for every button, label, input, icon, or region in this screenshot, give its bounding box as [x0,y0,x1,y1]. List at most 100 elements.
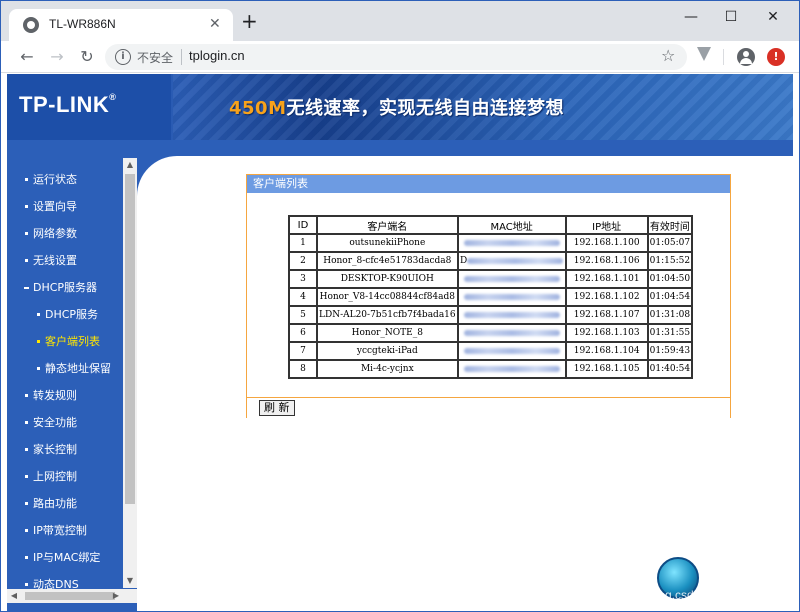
sidebar-item-dhcp-server[interactable]: DHCP服务器 [7,274,123,301]
cell-id: 1 [288,233,318,253]
mac-redacted [463,347,560,354]
new-tab-button[interactable]: + [241,11,258,31]
cell-name: outsunekiiPhone [316,233,459,253]
sidebar-item-parental[interactable]: 家长控制 [7,436,123,463]
sidebar-horizontal-scrollbar[interactable]: ◀ ▶ [7,589,137,603]
column-header-id: ID [288,215,318,235]
table-row: 3 DESKTOP-K90UIOH 192.168.1.101 01:04:50 [288,269,694,289]
table-row: 1 outsunekiiPhone 192.168.1.100 01:05:07 [288,233,694,253]
watermark: https://blog.csdn.net/ycjnx [613,588,752,602]
sidebar-vertical-scrollbar[interactable]: ▲ ▼ [123,158,137,588]
cell-time: 01:04:50 [646,269,694,289]
tab-close-icon[interactable]: ✕ [209,16,221,32]
info-icon[interactable]: i [115,49,131,65]
mac-redacted [463,329,560,336]
cell-id: 5 [288,305,318,325]
scroll-up-icon[interactable]: ▲ [123,158,137,172]
sidebar-item-client-list[interactable]: 客户端列表 [7,328,123,355]
mac-redacted [463,293,560,300]
cell-mac [456,359,567,379]
refresh-button[interactable]: 刷 新 [259,400,295,416]
cell-name: DESKTOP-K90UIOH [316,269,459,289]
cell-ip: 192.168.1.105 [564,359,649,379]
cell-id: 2 [288,251,318,271]
client-table: ID 客户端名 MAC地址 IP地址 有效时间 1 outsunekiiPhone… [288,215,694,379]
forward-button[interactable]: → [45,45,69,69]
sidebar-item-status[interactable]: 运行状态 [7,166,123,193]
browser-window: TL-WR886N ✕ + — ☐ ✕ ← → ↻ i 不安全 tplogin.… [0,0,800,612]
table-row: 8 Mi-4c-ycjnx 192.168.1.105 01:40:54 [288,359,694,379]
sidebar-item-network[interactable]: 网络参数 [7,220,123,247]
cell-mac [456,323,567,343]
minimize-button[interactable]: — [681,7,701,27]
globe-favicon-icon [23,17,39,33]
cell-time: 01:15:52 [646,251,694,271]
banner: TP-LINK® 450M无线速率，实现无线自由连接梦想 [7,74,793,140]
cell-id: 3 [288,269,318,289]
cell-name: Honor_8-cfc4e51783dacda8 [316,251,459,271]
cell-name: Honor_NOTE_8 [316,323,459,343]
sidebar-item-access-control[interactable]: 上网控制 [7,463,123,490]
close-window-button[interactable]: ✕ [763,7,783,27]
maximize-button[interactable]: ☐ [721,7,741,27]
cell-mac: D [456,251,567,271]
back-button[interactable]: ← [15,45,39,69]
cell-id: 4 [288,287,318,307]
mac-redacted [467,257,564,264]
cell-id: 6 [288,323,318,343]
table-row: 2 Honor_8-cfc4e51783dacda8 D 192.168.1.106 0… [288,251,694,271]
sidebar-item-ip-mac-binding[interactable]: IP与MAC绑定 [7,544,123,571]
tplink-logo: TP-LINK® [19,92,117,117]
scroll-left-icon[interactable]: ◀ [7,589,21,603]
cell-ip: 192.168.1.100 [564,233,649,253]
hscroll-thumb[interactable] [25,592,115,600]
cell-name: Honor_V8-14cc08844cf84ad8 [316,287,459,307]
tab-router[interactable]: TL-WR886N ✕ [9,9,233,41]
profile-avatar-icon[interactable] [737,48,755,66]
sidebar-item-dhcp-service[interactable]: DHCP服务 [7,301,123,328]
extension-v-icon[interactable] [697,47,711,61]
cell-name: Mi-4c-ycjnx [316,359,459,379]
table-row: 7 yccgteki-iPad 192.168.1.104 01:59:43 [288,341,694,361]
sidebar-item-wizard[interactable]: 设置向导 [7,193,123,220]
table-row: 6 Honor_NOTE_8 192.168.1.103 01:31:55 [288,323,694,343]
column-header-mac: MAC地址 [456,215,567,235]
cell-ip: 192.168.1.104 [564,341,649,361]
bookmark-star-icon[interactable]: ☆ [661,46,675,65]
menu-update-icon[interactable]: ! [767,48,785,66]
cell-time: 01:31:55 [646,323,694,343]
scroll-thumb[interactable] [125,174,135,504]
mac-prefix: D [460,256,468,266]
tab-bar: TL-WR886N ✕ + — ☐ ✕ [1,1,799,41]
mac-redacted [463,239,560,246]
mac-redacted [463,365,560,372]
column-header-name: 客户端名 [316,215,459,235]
cell-name: yccgteki-iPad [316,341,459,361]
sidebar-item-bandwidth[interactable]: IP带宽控制 [7,517,123,544]
sidebar-menu: 运行状态 设置向导 网络参数 无线设置 DHCP服务器 DHCP服务 客户端列表… [7,166,123,598]
cell-id: 8 [288,359,318,379]
column-header-time: 有效时间 [646,215,694,235]
cell-mac [456,287,567,307]
cell-mac [456,233,567,253]
cell-name: LDN-AL20-7b51cfb7f4bada16 [316,305,459,325]
cell-time: 01:05:07 [646,233,694,253]
sidebar-item-routing[interactable]: 路由功能 [7,490,123,517]
address-bar[interactable]: i 不安全 tplogin.cn ☆ [105,44,687,70]
cell-time: 01:40:54 [646,359,694,379]
cell-ip: 192.168.1.101 [564,269,649,289]
sidebar-item-security[interactable]: 安全功能 [7,409,123,436]
sidebar-item-wireless[interactable]: 无线设置 [7,247,123,274]
cell-mac [456,305,567,325]
sidebar-item-static-address[interactable]: 静态地址保留 [7,355,123,382]
url-text[interactable]: tplogin.cn [189,48,245,63]
table-row: 4 Honor_V8-14cc08844cf84ad8 192.168.1.102 0… [288,287,694,307]
sidebar-item-forwarding[interactable]: 转发规则 [7,382,123,409]
column-header-ip: IP地址 [564,215,649,235]
scroll-down-icon[interactable]: ▼ [123,574,137,588]
panel-title: 客户端列表 [247,175,730,193]
reload-button[interactable]: ↻ [75,45,99,69]
scroll-right-icon[interactable]: ▶ [109,589,123,603]
browser-toolbar: ← → ↻ i 不安全 tplogin.cn ☆ ! [1,41,799,73]
router-page: TP-LINK® 450M无线速率，实现无线自由连接梦想 运行状态 设置向导 网… [1,74,799,611]
